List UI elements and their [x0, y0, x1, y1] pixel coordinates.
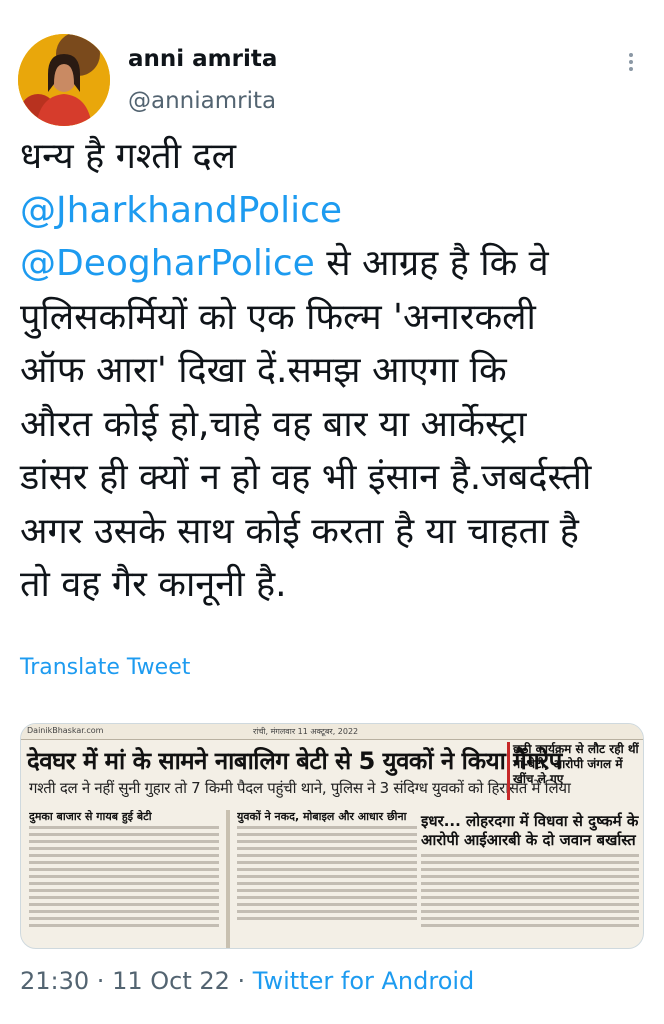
meta-separator: · [89, 967, 113, 995]
tweet-text: धन्य है गश्ती दल @JharkhandPolice @Deogh… [20, 130, 650, 612]
tweet-time[interactable]: 21:30 [20, 967, 89, 995]
meta-separator: · [229, 967, 253, 995]
column-heading: दुमका बाजार से गायब हुई बेटी [29, 810, 152, 823]
newspaper-headline: देवघर में मां के सामने नाबालिग बेटी से 5… [27, 747, 562, 775]
mention-link[interactable]: @DeogharPolice [20, 243, 315, 284]
newspaper-masthead: DainikBhaskar.com [27, 726, 104, 735]
tweet-line: @DeogharPolice से आग्रह है कि वे [20, 237, 650, 291]
column-text-lines [421, 854, 639, 927]
column-text-lines [237, 826, 417, 920]
tweet-line: डांसर ही क्यों न हो वह भी इंसान है.जबर्द… [20, 451, 650, 505]
side-story-bar [507, 742, 510, 800]
tweet-meta: 21:30 · 11 Oct 22 · Twitter for Android [20, 967, 474, 995]
newspaper-date: रांची, मंगलवार 11 अक्टूबर, 2022 [253, 727, 359, 736]
tweet-line-text: औरत कोई हो,चाहे वह बार या आर्केस्ट्रा [20, 403, 527, 445]
newspaper-column: दुमका बाजार से गायब हुई बेटी [29, 810, 219, 948]
tweet-line: @JharkhandPolice [20, 184, 650, 238]
tweet-line: धन्य है गश्ती दल [20, 130, 650, 184]
column-text-lines [29, 826, 219, 927]
avatar[interactable] [18, 34, 110, 126]
tweet-media-image[interactable]: DainikBhaskar.com रांची, मंगलवार 11 अक्ट… [20, 723, 644, 949]
tweet-source-link[interactable]: Twitter for Android [253, 967, 474, 995]
tweet-line-text: अगर उसके साथ कोई करता है या चाहता है [20, 510, 579, 552]
newspaper-side-story: छठी कार्यक्रम से लौट रही थीं मां-बेटी, आ… [507, 742, 643, 800]
tweet-line-text: पुलिसकर्मियों को एक फिल्म 'अनारकली [20, 296, 536, 338]
display-name[interactable]: anni amrita [128, 46, 277, 72]
tweet-line-text: तो वह गैर कानूनी है. [20, 564, 287, 605]
tweet-line-text: से आग्रह है कि वे [314, 243, 549, 284]
user-handle[interactable]: @anniamrita [128, 88, 276, 114]
column-divider [226, 810, 230, 948]
tweet-line: औरत कोई हो,चाहे वह बार या आर्केस्ट्रा [20, 398, 650, 452]
side-story-text: छठी कार्यक्रम से लौट रही थीं मां-बेटी, आ… [513, 742, 639, 786]
translate-tweet-link[interactable]: Translate Tweet [20, 655, 190, 680]
tweet-line-text: डांसर ही क्यों न हो वह भी इंसान है.जबर्द… [20, 457, 592, 498]
newspaper-top-bar: DainikBhaskar.com रांची, मंगलवार 11 अक्ट… [21, 724, 643, 740]
tweet-line-text: ऑफ आरा' दिखा दें.समझ आएगा कि [20, 350, 507, 391]
newspaper-right-headline: इधर... लोहरदगा में विधवा से दुष्कर्म के … [421, 812, 639, 849]
tweet-line: पुलिसकर्मियों को एक फिल्म 'अनारकली [20, 291, 650, 345]
tweet-line: अगर उसके साथ कोई करता है या चाहता है [20, 505, 650, 559]
column-heading: युवकों ने नकद, मोबाइल और आधार छीना [237, 810, 407, 823]
tweet-header: anni amrita @anniamrita [0, 0, 664, 126]
newspaper-column [421, 854, 639, 946]
mention-link[interactable]: @JharkhandPolice [20, 190, 342, 231]
newspaper-column: युवकों ने नकद, मोबाइल और आधार छीना [237, 810, 417, 948]
tweet-date[interactable]: 11 Oct 22 [112, 967, 230, 995]
more-options-icon[interactable] [616, 46, 646, 76]
newspaper-subheadline: गश्ती दल ने नहीं सुनी गुहार तो 7 किमी पै… [29, 779, 571, 797]
tweet-line-text: धन्य है गश्ती दल [20, 136, 237, 177]
tweet-line: तो वह गैर कानूनी है. [20, 558, 650, 612]
profile-photo [18, 34, 110, 126]
tweet-line: ऑफ आरा' दिखा दें.समझ आएगा कि [20, 344, 650, 398]
